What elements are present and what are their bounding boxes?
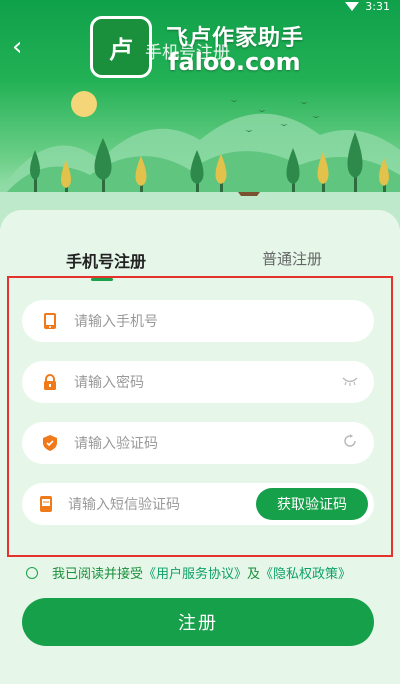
lock-icon <box>42 374 58 390</box>
scenery-illustration <box>0 91 400 230</box>
password-input[interactable]: 请输入密码 <box>74 372 342 392</box>
agreement-row: 我已阅读并接受 《用户服务协议》 及 《隐私权政策》 <box>26 563 351 582</box>
agreement-prefix: 我已阅读并接受 <box>52 567 144 582</box>
back-button[interactable]: ‹ <box>12 34 38 60</box>
brand-domain: faloo.com <box>168 48 301 76</box>
eye-closed-icon[interactable] <box>342 374 358 390</box>
shield-icon <box>42 435 58 451</box>
phone-input[interactable]: 请输入手机号 <box>74 311 374 331</box>
password-field[interactable]: 请输入密码 <box>22 361 374 403</box>
status-time: 3:31 <box>365 0 390 13</box>
status-bar: 3:31 <box>345 0 390 13</box>
app-logo: 卢 <box>90 16 152 78</box>
tab-normal-register[interactable]: 普通注册 <box>262 248 322 269</box>
privacy-link[interactable]: 《隐私权政策》 <box>260 563 351 582</box>
header: 3:31 ‹ 卢 手机号注册 飞卢作家助手 faloo.com <box>0 0 400 230</box>
message-icon <box>38 496 54 512</box>
phone-field[interactable]: 请输入手机号 <box>22 300 374 342</box>
sms-code-field[interactable]: 请输入短信验证码 获取验证码 <box>22 483 374 525</box>
captcha-field[interactable]: 请输入验证码 <box>22 422 374 464</box>
agree-checkbox[interactable] <box>26 566 38 579</box>
phone-icon <box>42 313 58 329</box>
signal-icon <box>345 2 360 11</box>
tab-phone-register[interactable]: 手机号注册 <box>66 248 146 272</box>
terms-link[interactable]: 《用户服务协议》 <box>143 563 247 582</box>
get-code-button[interactable]: 获取验证码 <box>256 488 368 520</box>
logo-char: 卢 <box>109 34 133 64</box>
agreement-joiner: 及 <box>247 567 261 582</box>
captcha-input[interactable]: 请输入验证码 <box>74 433 342 453</box>
register-button[interactable]: 注册 <box>22 598 374 646</box>
refresh-icon[interactable] <box>342 433 358 453</box>
